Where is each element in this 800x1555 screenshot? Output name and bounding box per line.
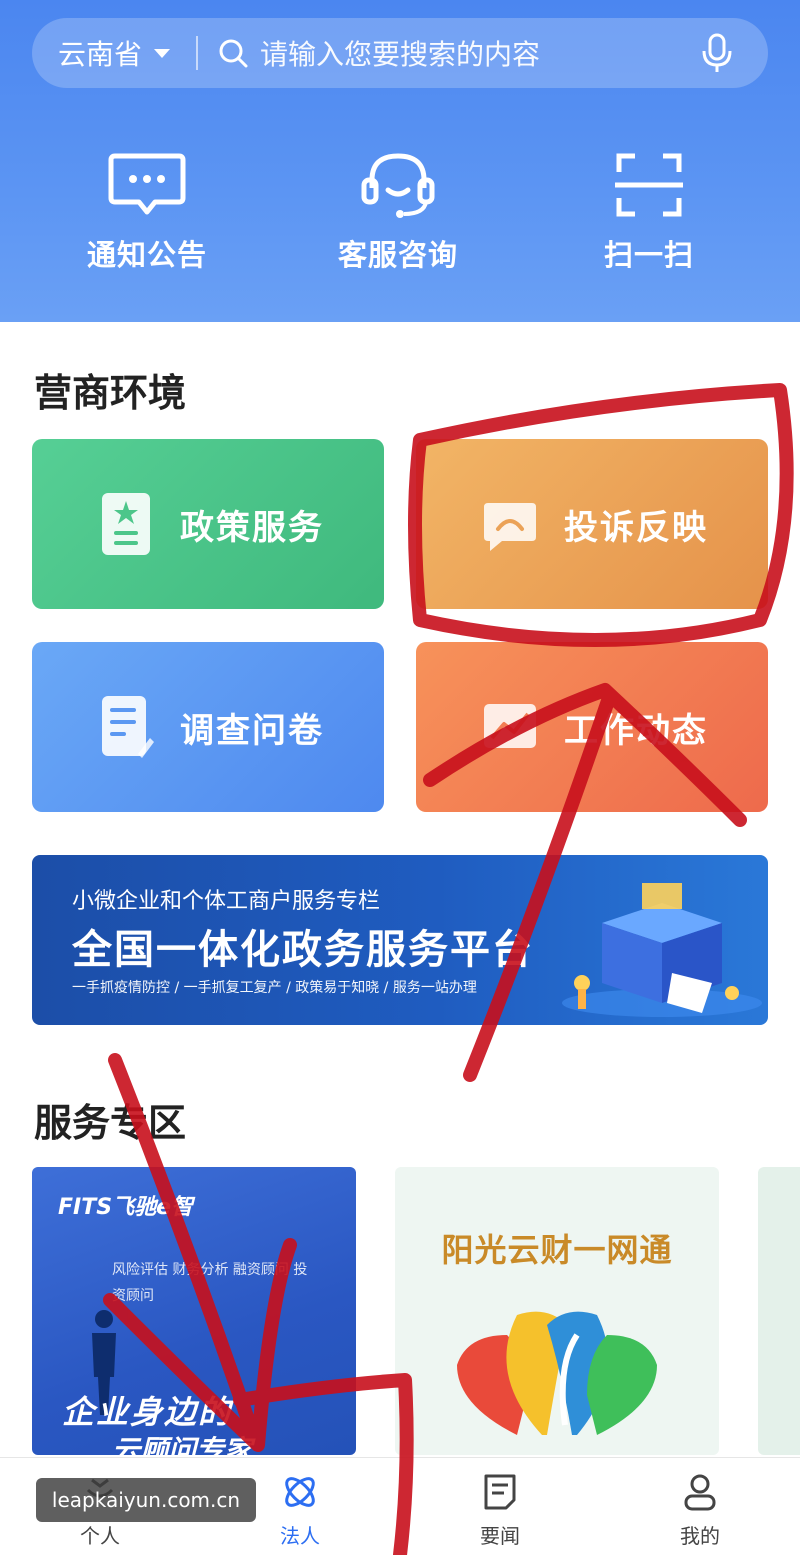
header: 云南省 请输入您要搜索的内容 通知公告 客服咨询 扫一扫 <box>0 0 800 322</box>
policy-doc-icon <box>102 493 150 555</box>
banner-platform[interactable]: 小微企业和个体工商户服务专栏 全国一体化政务服务平台 一手抓疫情防控 / 一手抓… <box>32 855 768 1025</box>
quick-label: 通知公告 <box>86 238 207 272</box>
tab-label: 要闻 <box>480 1524 520 1548</box>
search-input[interactable]: 请输入您要搜索的内容 <box>260 33 700 73</box>
headset-icon <box>361 153 435 218</box>
service-keywords: 风险评估 财务分析 融资顾问 投资顾问 <box>112 1262 308 1304</box>
peacock-logo <box>457 1311 657 1435</box>
card-label: 调查问卷 <box>180 710 324 751</box>
trend-chart-icon <box>484 704 536 748</box>
caret-down-icon <box>154 48 171 58</box>
region-selector[interactable]: 云南省 <box>58 33 171 73</box>
service-card-partial[interactable] <box>758 1167 800 1455</box>
section-title-business: 营商环境 <box>34 371 187 415</box>
banner-tagline: 一手抓疫情防控 / 一手抓复工复产 / 政策易于知晓 / 服务一站办理 <box>72 980 477 996</box>
tab-label: 我的 <box>680 1524 720 1548</box>
card-label: 投诉反映 <box>564 507 708 548</box>
service-card-fits[interactable]: FITS飞驰e智 风险评估 财务分析 融资顾问 投资顾问 企业身边的 云顾问专家 <box>32 1167 356 1455</box>
service-card-sunshine[interactable]: 阳光云财一网通 <box>395 1167 719 1455</box>
banner-title: 全国一体化政务服务平台 <box>72 927 534 973</box>
quick-notice[interactable]: 通知公告 <box>47 150 247 274</box>
quick-label: 客服咨询 <box>337 238 458 272</box>
news-icon <box>484 1474 516 1510</box>
region-label: 云南省 <box>58 38 143 71</box>
card-label: 工作动态 <box>564 710 708 751</box>
card-complaint[interactable]: 投诉反映 <box>416 439 768 609</box>
scan-icon <box>615 153 683 217</box>
tab-label: 法人 <box>280 1524 320 1548</box>
search-icon <box>219 39 248 68</box>
platform-illustration <box>562 883 762 1017</box>
quick-scan[interactable]: 扫一扫 <box>549 150 749 274</box>
card-policy-service[interactable]: 政策服务 <box>32 439 384 609</box>
user-icon <box>684 1474 716 1511</box>
tab-news[interactable]: 要闻 <box>430 1472 570 1549</box>
card-work-news[interactable]: 工作动态 <box>416 642 768 812</box>
card-questionnaire[interactable]: 调查问卷 <box>32 642 384 812</box>
tab-mine[interactable]: 我的 <box>630 1472 770 1549</box>
service-slogan-line1: 企业身边的 <box>62 1393 233 1431</box>
message-icon <box>108 153 186 215</box>
service-slogan-line2: 云顾问专家 <box>112 1434 253 1455</box>
questionnaire-icon <box>102 696 154 758</box>
section-title-services: 服务专区 <box>34 1101 187 1145</box>
quick-label: 扫一扫 <box>603 238 694 272</box>
chat-bubble-icon <box>484 503 536 551</box>
service-title: 阳光云财一网通 <box>441 1231 673 1269</box>
atom-icon <box>285 1477 315 1507</box>
microphone-icon[interactable] <box>700 33 734 73</box>
fits-logo: FITS飞驰e智 <box>58 1195 193 1220</box>
quick-service[interactable]: 客服咨询 <box>298 150 498 274</box>
search-divider <box>196 36 199 70</box>
card-label: 政策服务 <box>180 507 324 548</box>
tab-label: 个人 <box>80 1524 120 1548</box>
search-bar[interactable]: 云南省 请输入您要搜索的内容 <box>32 18 768 88</box>
banner-subtitle: 小微企业和个体工商户服务专栏 <box>72 889 381 914</box>
watermark: leapkaiyun.com.cn <box>36 1478 256 1522</box>
